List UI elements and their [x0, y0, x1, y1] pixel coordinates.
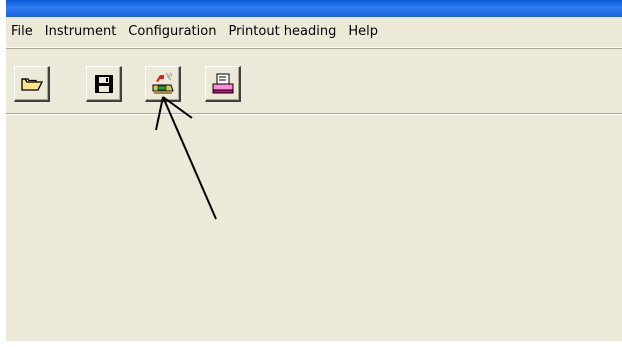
menu-printout-heading[interactable]: Printout heading: [222, 17, 342, 47]
folder-open-icon: [20, 77, 43, 91]
print-button[interactable]: [205, 66, 241, 102]
menu-configuration[interactable]: Configuration: [122, 17, 222, 47]
client-area: [6, 115, 622, 341]
floppy-disk-icon: [94, 74, 113, 93]
menu-instrument[interactable]: Instrument: [39, 17, 123, 47]
instrument-transfer-icon: [152, 72, 174, 94]
menu-file[interactable]: File: [6, 17, 39, 47]
printer-icon: [212, 73, 233, 93]
instrument-connect-button[interactable]: [145, 66, 181, 102]
toolbar: [6, 49, 622, 113]
save-button[interactable]: [86, 66, 122, 102]
application-window: File Instrument Configuration Printout h…: [6, 0, 622, 341]
title-bar[interactable]: [6, 0, 622, 17]
menu-help[interactable]: Help: [342, 17, 384, 47]
open-button[interactable]: [14, 66, 50, 102]
menu-bar: File Instrument Configuration Printout h…: [6, 17, 622, 48]
